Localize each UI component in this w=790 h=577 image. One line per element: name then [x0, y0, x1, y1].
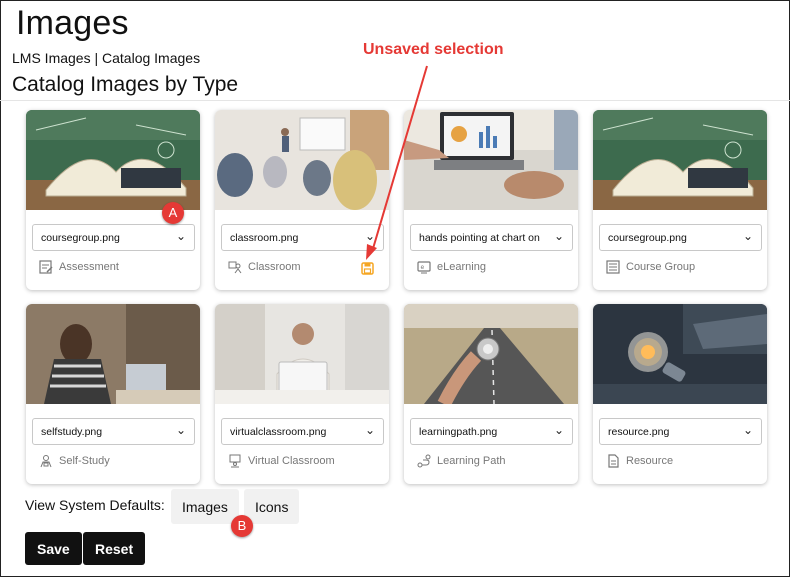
type-label-row: Self-Study — [39, 453, 110, 469]
select-value: coursegroup.png — [41, 232, 120, 244]
thumbnail-virtual-classroom — [215, 304, 389, 404]
type-label: Self-Study — [59, 455, 110, 467]
type-label-row: Learning Path — [417, 453, 506, 469]
view-default-icons-button[interactable]: Icons — [244, 489, 300, 524]
select-value: coursegroup.png — [608, 232, 687, 244]
image-card-self-study: selfstudy.png ⌄ Self-Study — [26, 304, 200, 484]
select-value: selfstudy.png — [41, 426, 103, 438]
chevron-down-icon: ⌄ — [364, 423, 375, 437]
breadcrumb-separator: | — [94, 50, 99, 66]
select-value: learningpath.png — [419, 426, 498, 438]
type-label: Learning Path — [437, 455, 506, 467]
select-value: classroom.png — [230, 232, 299, 244]
thumbnail-resource — [593, 304, 767, 404]
breadcrumb: LMS Images | Catalog Images — [12, 50, 200, 66]
image-select[interactable]: coursegroup.png ⌄ — [599, 224, 762, 251]
classroom-icon — [228, 261, 242, 274]
select-value: resource.png — [608, 426, 670, 438]
type-label: Classroom — [248, 261, 301, 273]
thumbnail-learning-path — [404, 304, 578, 404]
unsaved-selection-annotation: Unsaved selection — [363, 41, 504, 58]
chevron-down-icon: ⌄ — [742, 229, 753, 243]
callout-b: B — [231, 515, 253, 537]
image-select[interactable]: coursegroup.png ⌄ — [32, 224, 195, 251]
chevron-down-icon: ⌄ — [742, 423, 753, 437]
self-study-icon — [40, 455, 52, 468]
resource-icon — [608, 454, 619, 468]
system-defaults-label: View System Defaults: — [25, 497, 165, 513]
thumbnail-self-study — [26, 304, 200, 404]
save-button[interactable]: Save — [25, 532, 82, 565]
image-card-learning-path: learningpath.png ⌄ Learning Path — [404, 304, 578, 484]
reset-button[interactable]: Reset — [83, 532, 146, 565]
image-select[interactable]: resource.png ⌄ — [599, 418, 762, 445]
section-title: Catalog Images by Type — [12, 73, 239, 96]
image-card-course-group: coursegroup.png ⌄ Course Group — [593, 110, 767, 290]
select-value: virtualclassroom.png — [230, 426, 327, 438]
image-select[interactable]: selfstudy.png ⌄ — [32, 418, 195, 445]
image-card-virtual-classroom: virtualclassroom.png ⌄ Virtual Classroom — [215, 304, 389, 484]
type-label: Resource — [626, 455, 674, 467]
type-label-row: Virtual Classroom — [228, 453, 335, 469]
type-label-row: Assessment — [39, 259, 119, 275]
annotation-arrow — [366, 65, 428, 260]
learning-path-icon — [417, 454, 431, 468]
course-group-icon — [606, 260, 620, 274]
chevron-down-icon: ⌄ — [553, 229, 564, 243]
type-label: Assessment — [59, 261, 119, 273]
chevron-down-icon: ⌄ — [175, 423, 186, 437]
type-label-row: Classroom — [228, 259, 301, 275]
type-label-row: Resource — [606, 453, 673, 469]
image-card-assessment: coursegroup.png ⌄ Assessment — [26, 110, 200, 290]
view-default-images-button[interactable]: Images — [171, 489, 239, 524]
thumbnail-books-chalkboard — [26, 110, 200, 210]
type-label: eLearning — [437, 261, 486, 273]
thumbnail-books-chalkboard — [593, 110, 767, 210]
type-label: Virtual Classroom — [248, 455, 335, 467]
lms-images-link[interactable]: LMS Images — [12, 50, 91, 66]
chevron-down-icon: ⌄ — [175, 229, 186, 243]
image-select[interactable]: learningpath.png ⌄ — [410, 418, 573, 445]
image-card-resource: resource.png ⌄ Resource — [593, 304, 767, 484]
type-label-row: Course Group — [606, 259, 695, 275]
page-title: Images — [16, 4, 129, 42]
catalog-images-link[interactable]: Catalog Images — [102, 50, 200, 66]
type-label: Course Group — [626, 261, 696, 273]
image-select[interactable]: virtualclassroom.png ⌄ — [221, 418, 384, 445]
assessment-icon — [39, 260, 53, 274]
chevron-down-icon: ⌄ — [553, 423, 564, 437]
callout-a: A — [162, 202, 184, 224]
virtual-classroom-icon — [229, 454, 241, 468]
